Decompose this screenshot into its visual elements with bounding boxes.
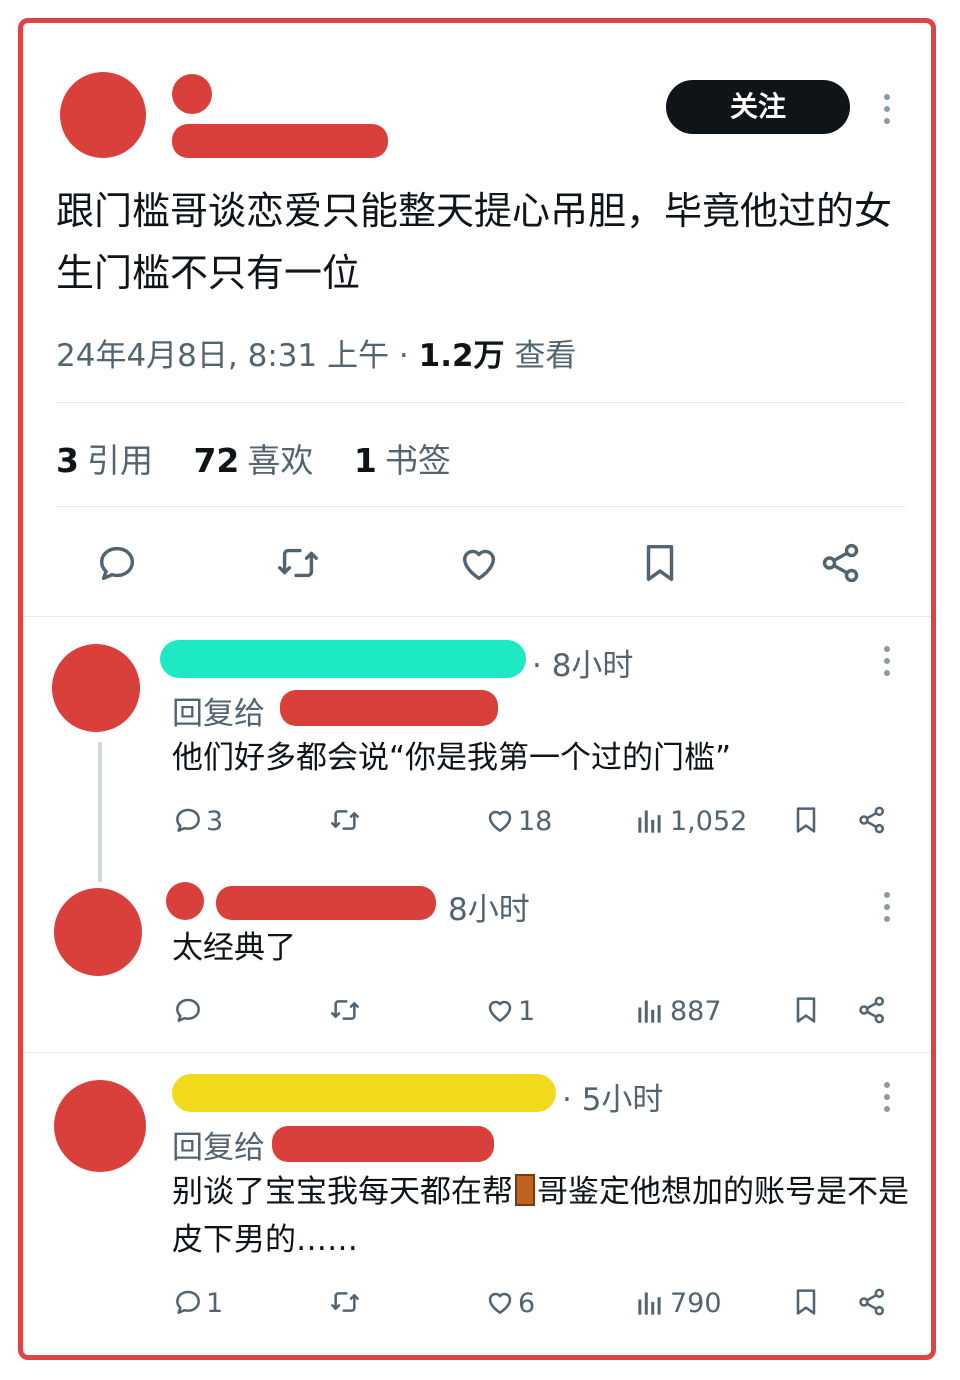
like-icon[interactable] [484,804,516,836]
views-count: 790 [670,1288,722,1319]
commenter-avatar[interactable] [54,1080,146,1172]
bookmark-icon[interactable] [637,540,683,586]
comment-time: · 8小时 [532,648,634,684]
door-emoji-icon [515,1174,535,1206]
views-count: 1,052 [670,806,748,837]
retweet-icon[interactable] [328,804,362,836]
commenter-name-redaction [172,1074,556,1112]
more-options-icon[interactable] [884,94,890,130]
views-icon[interactable] [636,996,664,1026]
more-options-icon[interactable] [884,1082,890,1118]
more-options-icon[interactable] [884,646,890,682]
bookmark-icon[interactable] [790,994,822,1026]
post-meta: 24年4月8日, 8:31 上午 · 1.2万 查看 [56,330,576,375]
thread-line [98,742,102,882]
like-icon[interactable] [484,994,516,1026]
retweet-icon[interactable] [274,540,322,586]
likes-stat[interactable]: 72 喜欢 [193,441,313,480]
reply-to-redaction [272,1126,494,1162]
share-icon[interactable] [856,804,888,836]
reply-count: 3 [206,806,224,837]
views-icon[interactable] [636,806,664,836]
commenter-name-redaction [160,640,526,678]
reply-to-redaction [280,690,498,726]
more-options-icon[interactable] [884,892,890,928]
reply-count: 1 [206,1288,224,1319]
divider [23,1052,931,1053]
post-text: 跟门槛哥谈恋爱只能整天提心吊胆，毕竟他过的女生门槛不只有一位 [56,189,893,295]
post-views-count: 1.2万 [418,338,505,374]
like-count: 1 [518,996,536,1027]
comment-time: 8小时 [448,892,530,928]
comment-time: · 5小时 [562,1082,664,1118]
comment-text-part: 别谈了宝宝我每天都在帮 [172,1174,513,1210]
bookmarks-stat[interactable]: 1 书签 [354,441,451,480]
author-avatar[interactable] [60,72,146,158]
views-count: 887 [670,996,722,1027]
views-icon[interactable] [636,1288,664,1318]
retweet-icon[interactable] [328,1286,362,1318]
share-icon[interactable] [818,540,864,586]
reply-to-label: 回复给 [172,696,265,732]
post-date: 24年4月8日, 8:31 上午 · [56,338,419,374]
commenter-handle-redaction [216,886,436,920]
quotes-stat[interactable]: 3 引用 [56,441,153,480]
divider [56,402,906,403]
like-count: 18 [518,806,553,837]
commenter-avatar[interactable] [54,888,142,976]
divider [23,616,931,617]
bookmark-icon[interactable] [790,804,822,836]
reply-icon[interactable] [172,1286,204,1318]
retweet-icon[interactable] [328,994,362,1026]
comment-text: 别谈了宝宝我每天都在帮 哥鉴定他想加的账号是不是皮下男的…… [172,1168,912,1264]
like-count: 6 [518,1288,536,1319]
author-name-redaction [172,74,212,114]
follow-button[interactable]: 关注 [666,80,850,134]
share-icon[interactable] [856,1286,888,1318]
comment-text: 他们好多都会说“你是我第一个过的门槛” [172,740,732,776]
reply-icon[interactable] [94,540,140,586]
comment-text: 太经典了 [172,930,296,966]
share-icon[interactable] [856,994,888,1026]
commenter-avatar[interactable] [52,644,140,732]
like-icon[interactable] [456,540,502,586]
reply-to-label: 回复给 [172,1130,265,1166]
divider [56,506,906,507]
author-handle-redaction [172,124,388,158]
commenter-name-redaction [166,882,204,920]
reply-icon[interactable] [172,994,204,1026]
post-stats: 3 引用 72 喜欢 1 书签 [56,434,481,482]
bookmark-icon[interactable] [790,1286,822,1318]
reply-icon[interactable] [172,804,204,836]
post-views-label: 查看 [504,338,577,374]
like-icon[interactable] [484,1286,516,1318]
